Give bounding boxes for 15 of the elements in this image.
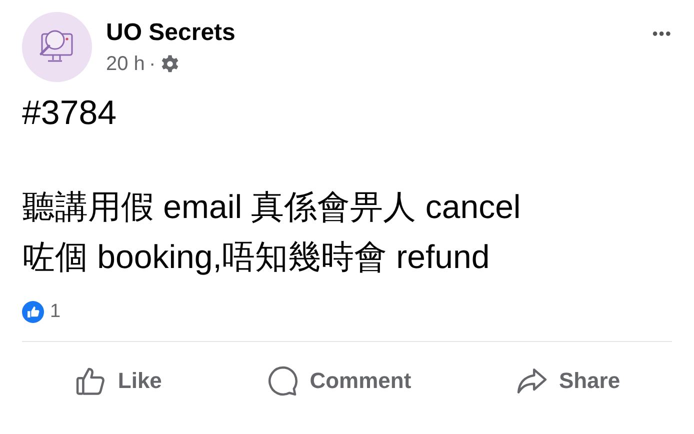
page-name[interactable]: UO Secrets [106,18,638,46]
post-number: #3784 [22,94,118,133]
speech-bubble-icon [266,364,300,398]
post-time[interactable]: 20 h [106,52,145,76]
reaction-count[interactable]: 1 [50,301,61,323]
like-reaction-icon[interactable] [22,301,44,323]
share-button[interactable]: Share [506,360,628,402]
like-button[interactable]: Like [66,360,170,402]
more-options-button[interactable]: ••• [652,26,672,44]
avatar[interactable] [22,12,92,82]
comment-button[interactable]: Comment [258,360,420,402]
post-text-line: 咗個 booking,唔知幾時會 refund [22,237,491,277]
dot-separator: · [148,52,156,76]
post-text-line: 聽講用假 email 真係會畀人 cancel [22,187,522,227]
gear-icon [160,54,180,74]
